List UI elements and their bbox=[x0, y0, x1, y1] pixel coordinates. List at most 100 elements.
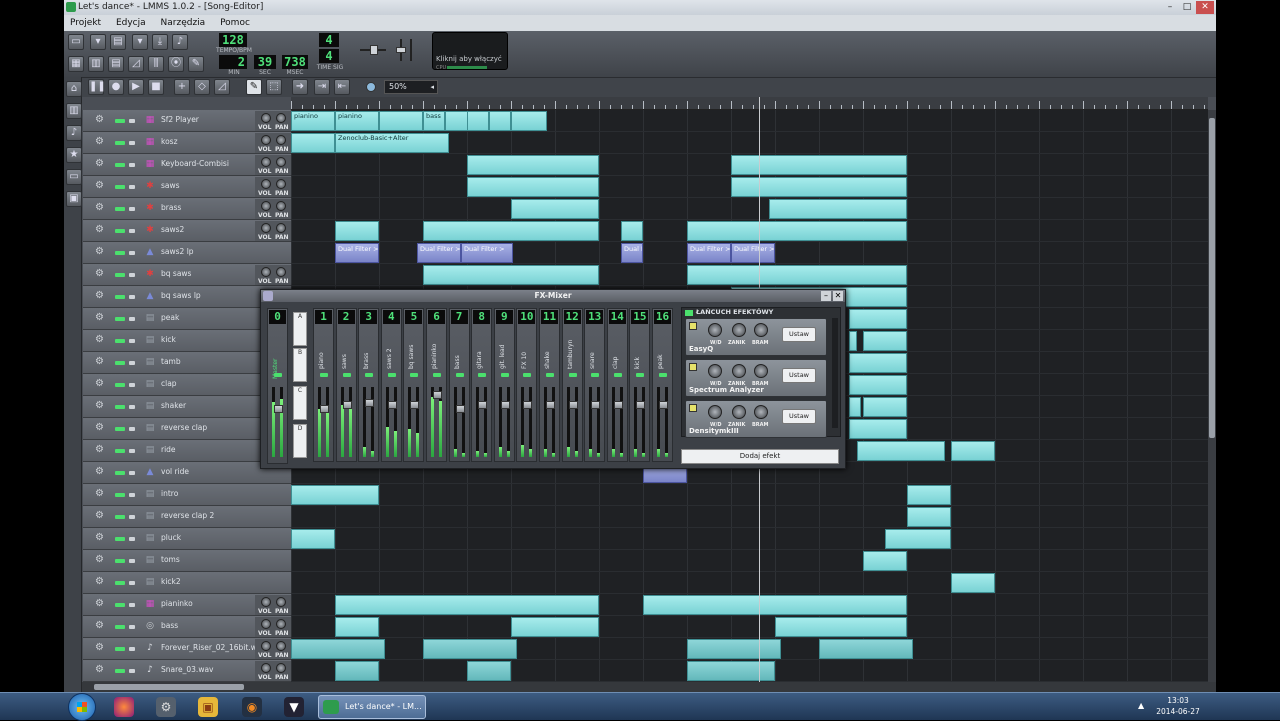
track-solo-led[interactable] bbox=[129, 163, 135, 167]
master-pitch-slider[interactable] bbox=[394, 39, 420, 61]
track-mute-led[interactable] bbox=[115, 603, 125, 607]
volume-knob[interactable] bbox=[261, 663, 271, 673]
steam-icon[interactable]: ⚙ bbox=[156, 697, 176, 717]
track-settings-gear-icon[interactable]: ⚙ bbox=[95, 202, 104, 213]
gate-knob[interactable] bbox=[754, 323, 768, 337]
decay-knob[interactable] bbox=[732, 364, 746, 378]
mute-led[interactable] bbox=[568, 373, 577, 377]
track-row[interactable]: ⚙ ✱ saws2 VOL PAN bbox=[83, 220, 291, 242]
fx-channel-6[interactable]: 6 pianinko bbox=[426, 308, 447, 462]
track-name[interactable]: Sf2 Player bbox=[161, 115, 199, 124]
automation-clip[interactable]: Dual Filter > bbox=[417, 243, 461, 263]
pattern-clip[interactable] bbox=[335, 221, 379, 241]
song-editor-icon[interactable]: ▦ bbox=[68, 56, 84, 72]
track-name[interactable]: brass bbox=[161, 203, 181, 212]
pattern-clip[interactable] bbox=[335, 617, 379, 637]
save-project-icon[interactable]: ⤓ bbox=[152, 34, 168, 50]
my-projects-icon[interactable]: ▥ bbox=[66, 103, 82, 119]
pattern-clip[interactable] bbox=[849, 419, 907, 439]
track-name[interactable]: saws2 bbox=[161, 225, 184, 234]
pattern-clip[interactable] bbox=[643, 595, 907, 615]
track-settings-gear-icon[interactable]: ⚙ bbox=[95, 312, 104, 323]
pattern-clip[interactable] bbox=[335, 595, 599, 615]
fx-channel-8[interactable]: 8 gitara bbox=[471, 308, 493, 462]
track-name[interactable]: Keyboard-Combisi bbox=[161, 159, 229, 168]
track-settings-gear-icon[interactable]: ⚙ bbox=[95, 334, 104, 345]
track-mute-led[interactable] bbox=[115, 207, 125, 211]
fader-knob[interactable] bbox=[659, 401, 668, 409]
pattern-clip[interactable] bbox=[291, 133, 335, 153]
pattern-clip[interactable] bbox=[467, 177, 599, 197]
pan-knob[interactable] bbox=[276, 157, 286, 167]
automation-clip[interactable]: Dual Filter > bbox=[621, 243, 643, 263]
track-settings-gear-icon[interactable]: ⚙ bbox=[95, 158, 104, 169]
pattern-clip[interactable] bbox=[907, 485, 951, 505]
track-name[interactable]: tamb bbox=[161, 357, 181, 366]
track-settings-gear-icon[interactable]: ⚙ bbox=[95, 664, 104, 675]
volume-knob[interactable] bbox=[261, 113, 271, 123]
send-b-button[interactable]: B bbox=[293, 348, 307, 382]
track-settings-gear-icon[interactable]: ⚙ bbox=[95, 268, 104, 279]
track-solo-led[interactable] bbox=[129, 317, 135, 321]
mute-led[interactable] bbox=[455, 373, 464, 377]
fader-knob[interactable] bbox=[568, 401, 578, 409]
effects-scrollbar[interactable] bbox=[832, 318, 838, 428]
fx-channel-5[interactable]: 5 bq saws bbox=[403, 308, 425, 462]
tempo-display[interactable]: 128 bbox=[219, 33, 247, 47]
fader-knob[interactable] bbox=[613, 401, 623, 409]
pan-knob[interactable] bbox=[276, 267, 286, 277]
track-name[interactable]: reverse clap bbox=[161, 423, 207, 432]
fader-knob[interactable] bbox=[342, 401, 352, 409]
track-name[interactable]: peak bbox=[161, 313, 179, 322]
track-mute-led[interactable] bbox=[115, 471, 125, 475]
track-name[interactable]: kick2 bbox=[161, 577, 181, 586]
draw-mode-icon[interactable]: ✎ bbox=[246, 79, 262, 95]
new-project-icon[interactable]: ▭ bbox=[68, 34, 84, 50]
fx-channel-1[interactable]: 1 piano bbox=[313, 308, 334, 462]
recent-projects-icon[interactable]: ▾ bbox=[132, 34, 148, 50]
fader-knob[interactable] bbox=[500, 401, 510, 409]
pattern-clip[interactable] bbox=[467, 111, 489, 131]
track-name[interactable]: bq saws lp bbox=[161, 291, 201, 300]
mute-led[interactable] bbox=[659, 373, 667, 377]
track-mute-led[interactable] bbox=[115, 119, 125, 123]
decay-knob[interactable] bbox=[732, 405, 746, 419]
pattern-clip[interactable] bbox=[511, 199, 599, 219]
track-row[interactable]: ⚙ ▤ toms bbox=[83, 550, 291, 572]
pattern-clip[interactable] bbox=[769, 199, 907, 219]
piano-roll-icon[interactable]: ▤ bbox=[108, 56, 124, 72]
fx-channel-7[interactable]: 7 bass bbox=[448, 308, 470, 462]
track-settings-gear-icon[interactable]: ⚙ bbox=[95, 510, 104, 521]
cpu-load-widget[interactable]: Kliknij aby włączyć CPU bbox=[432, 32, 508, 71]
track-name[interactable]: pianinko bbox=[161, 599, 193, 608]
pattern-clip[interactable]: pianino bbox=[291, 111, 335, 131]
track-solo-led[interactable] bbox=[129, 493, 135, 497]
track-solo-led[interactable] bbox=[129, 449, 135, 453]
pattern-clip[interactable] bbox=[687, 265, 907, 285]
pattern-clip[interactable] bbox=[687, 221, 907, 241]
add-sample-track-icon[interactable]: ◇ bbox=[194, 79, 210, 95]
mute-led[interactable] bbox=[523, 373, 532, 377]
mute-led[interactable] bbox=[342, 373, 351, 377]
pan-knob[interactable] bbox=[276, 663, 286, 673]
send-d-button[interactable]: D bbox=[293, 424, 307, 458]
my-presets-icon[interactable]: ★ bbox=[66, 147, 82, 163]
track-row[interactable]: ⚙ ▤ pluck bbox=[83, 528, 291, 550]
track-solo-led[interactable] bbox=[129, 669, 135, 673]
loop-points-icon[interactable]: ⇥ bbox=[314, 79, 330, 95]
add-beat-track-icon[interactable]: + bbox=[174, 79, 190, 95]
track-solo-led[interactable] bbox=[129, 141, 135, 145]
volume-knob[interactable] bbox=[261, 641, 271, 651]
gate-knob[interactable] bbox=[754, 405, 768, 419]
menu-narzedzia[interactable]: Narzędzia bbox=[161, 18, 206, 28]
track-row[interactable]: ⚙ ▦ pianinko VOL PAN bbox=[83, 594, 291, 616]
horizontal-scrollbar[interactable] bbox=[82, 682, 1216, 692]
pattern-clip[interactable] bbox=[379, 111, 423, 131]
track-mute-led[interactable] bbox=[115, 317, 125, 321]
effect-settings-button[interactable]: Ustaw bbox=[782, 327, 816, 342]
track-row[interactable]: ⚙ ✱ saws VOL PAN bbox=[83, 176, 291, 198]
pattern-clip[interactable] bbox=[849, 309, 907, 329]
track-solo-led[interactable] bbox=[129, 427, 135, 431]
pattern-clip[interactable] bbox=[621, 221, 643, 241]
volume-knob[interactable] bbox=[261, 135, 271, 145]
